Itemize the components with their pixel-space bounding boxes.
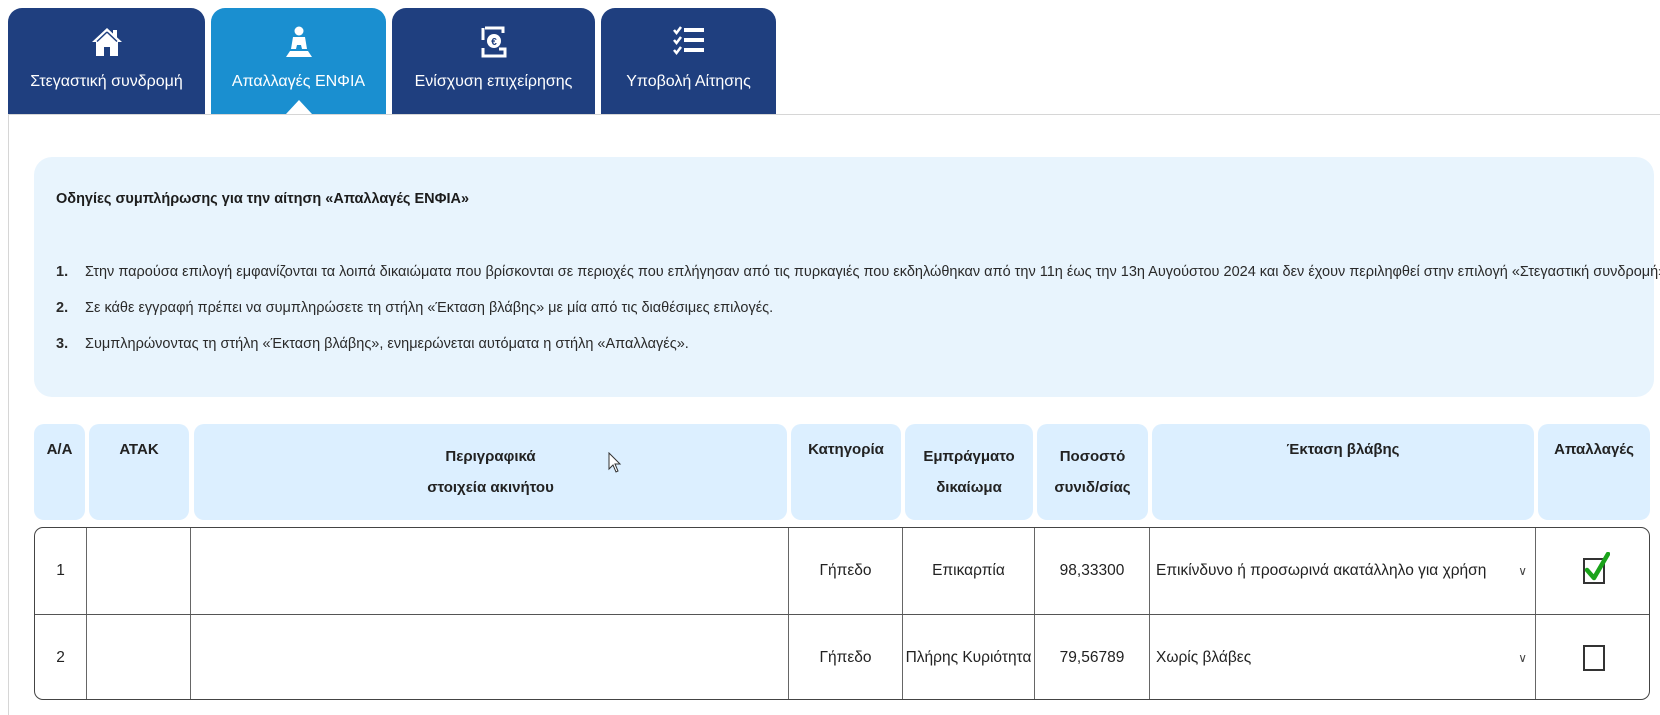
cell-aa: 2 [56, 649, 65, 666]
cell-exemption [1535, 528, 1649, 614]
column-header-description: Περιγραφικά στοιχεία ακινήτου [194, 424, 787, 520]
header-line: Ποσοστό [1059, 448, 1126, 465]
tab-label: Στεγαστική συνδρομή [30, 73, 183, 90]
cell-aa: 1 [56, 562, 65, 579]
cell-description [190, 615, 788, 699]
header-line: συνιδ/σίας [1054, 479, 1131, 496]
cell-atak [86, 615, 190, 699]
tab-enfia-exemptions[interactable]: Απαλλαγές ΕΝΦΙΑ [211, 8, 386, 114]
home-icon [90, 22, 124, 62]
damage-select[interactable]: Επικίνδυνο ή προσωρινά ακατάλληλο για χρ… [1149, 528, 1535, 614]
cell-category: Γήπεδο [788, 528, 902, 614]
cell-real-right: Επικαρπία [902, 528, 1034, 614]
column-header-category: Κατηγορία [791, 424, 901, 520]
column-header-aa: Α/Α [34, 424, 85, 520]
column-header-exemptions: Απαλλαγές [1538, 424, 1650, 520]
column-header-damage: Έκταση βλάβης [1152, 424, 1534, 520]
column-header-percentage: Ποσοστό συνιδ/σίας [1037, 424, 1148, 520]
instruction-text: Στην παρούσα επιλογή εμφανίζονται τα λοι… [85, 264, 1660, 280]
instruction-text: Σε κάθε εγγραφή πρέπει να συμπληρώσετε τ… [85, 300, 774, 316]
tab-submit-application[interactable]: Υποβολή Αίτησης [601, 8, 776, 114]
chevron-down-icon: ∨ [1518, 651, 1527, 665]
cell-percentage: 98,33300 [1034, 528, 1149, 614]
header-line: Εμπράγματο [923, 448, 1015, 465]
tab-label: Υποβολή Αίτησης [626, 73, 751, 90]
instruction-text: Συμπληρώνοντας τη στήλη «Έκταση βλάβης»,… [85, 336, 689, 352]
damage-select-value: Χωρίς βλάβες [1156, 649, 1252, 666]
damage-select-value: Επικίνδυνο ή προσωρινά ακατάλληλο για χρ… [1156, 562, 1487, 579]
svg-text:€: € [491, 37, 497, 48]
instruction-number: 2. [56, 300, 69, 316]
header-line: δικαίωμα [936, 479, 1002, 496]
exemption-checkbox[interactable] [1582, 645, 1605, 671]
cell-description [190, 528, 788, 614]
cell-real-right: Πλήρης Κυριότητα [902, 615, 1034, 699]
cell-percentage: 79,56789 [1034, 615, 1149, 699]
instruction-item: 3. Συμπληρώνοντας τη στήλη «Έκταση βλάβης… [56, 336, 689, 352]
column-header-atak: ΑΤΑΚ [89, 424, 189, 520]
cell-atak [86, 528, 190, 614]
column-header-real-right: Εμπράγματο δικαίωμα [905, 424, 1033, 520]
tab-business-support[interactable]: € Ενίσχυση επιχείρησης [392, 8, 595, 114]
cell-category: Γήπεδο [788, 615, 902, 699]
instructions-title: Οδηγίες συμπλήρωσης για την αίτηση «Απαλ… [56, 191, 470, 207]
instructions-panel: Οδηγίες συμπλήρωσης για την αίτηση «Απαλ… [34, 157, 1660, 397]
instruction-item: 1. Στην παρούσα επιλογή εμφανίζονται τα λ… [56, 264, 1660, 280]
header-line: στοιχεία ακινήτου [427, 479, 554, 496]
instruction-item: 2. Σε κάθε εγγραφή πρέπει να συμπληρώσετε… [56, 300, 773, 316]
table-row: 2 Γήπεδο Πλήρης Κυριότητα 79,56789 Χωρίς… [35, 614, 1649, 699]
tab-label: Ενίσχυση επιχείρησης [414, 73, 573, 90]
instruction-number: 1. [56, 264, 69, 280]
instruction-number: 3. [56, 336, 69, 352]
hand-coin-icon: € [479, 22, 509, 62]
checkmark-icon [1584, 552, 1610, 581]
tab-label: Απαλλαγές ΕΝΦΙΑ [231, 73, 366, 90]
mouse-cursor-icon [608, 452, 622, 473]
content-border [8, 114, 9, 715]
header-line: Περιγραφικά [445, 448, 536, 465]
table-row: 1 Γήπεδο Επικαρπία 98,33300 Επικίνδυνο ή… [35, 528, 1649, 614]
tab-housing-support[interactable]: Στεγαστική συνδρομή [8, 8, 205, 114]
person-landscape-icon [284, 22, 314, 62]
checklist-icon [672, 22, 705, 62]
active-tab-caret [285, 100, 312, 114]
property-table: 1 Γήπεδο Επικαρπία 98,33300 Επικίνδυνο ή… [34, 527, 1650, 700]
chevron-down-icon: ∨ [1518, 564, 1527, 578]
tab-divider [8, 114, 1660, 115]
cell-exemption [1535, 615, 1649, 699]
damage-select[interactable]: Χωρίς βλάβες ∨ [1149, 615, 1535, 699]
exemption-checkbox[interactable] [1582, 552, 1610, 584]
